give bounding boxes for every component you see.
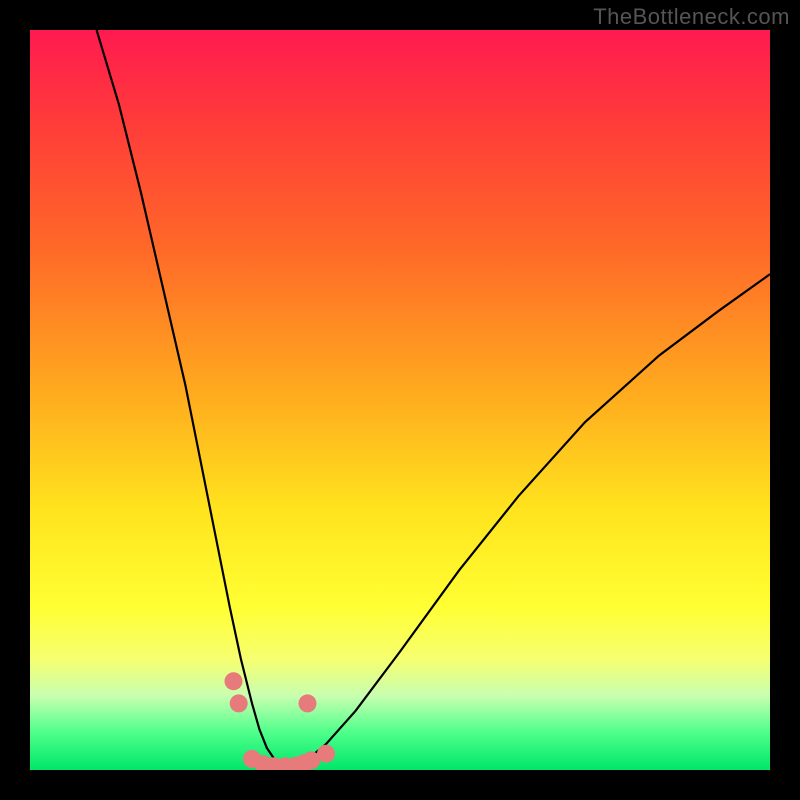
left-curve (97, 30, 289, 768)
plot-area (30, 30, 770, 770)
chart-frame: TheBottleneck.com (0, 0, 800, 800)
chart-svg (30, 30, 770, 770)
data-dots (225, 672, 336, 770)
data-dot (317, 745, 335, 763)
data-dot (299, 694, 317, 712)
data-dot (230, 694, 248, 712)
watermark-text: TheBottleneck.com (593, 4, 790, 30)
right-curve (289, 274, 770, 768)
data-dot (225, 672, 243, 690)
